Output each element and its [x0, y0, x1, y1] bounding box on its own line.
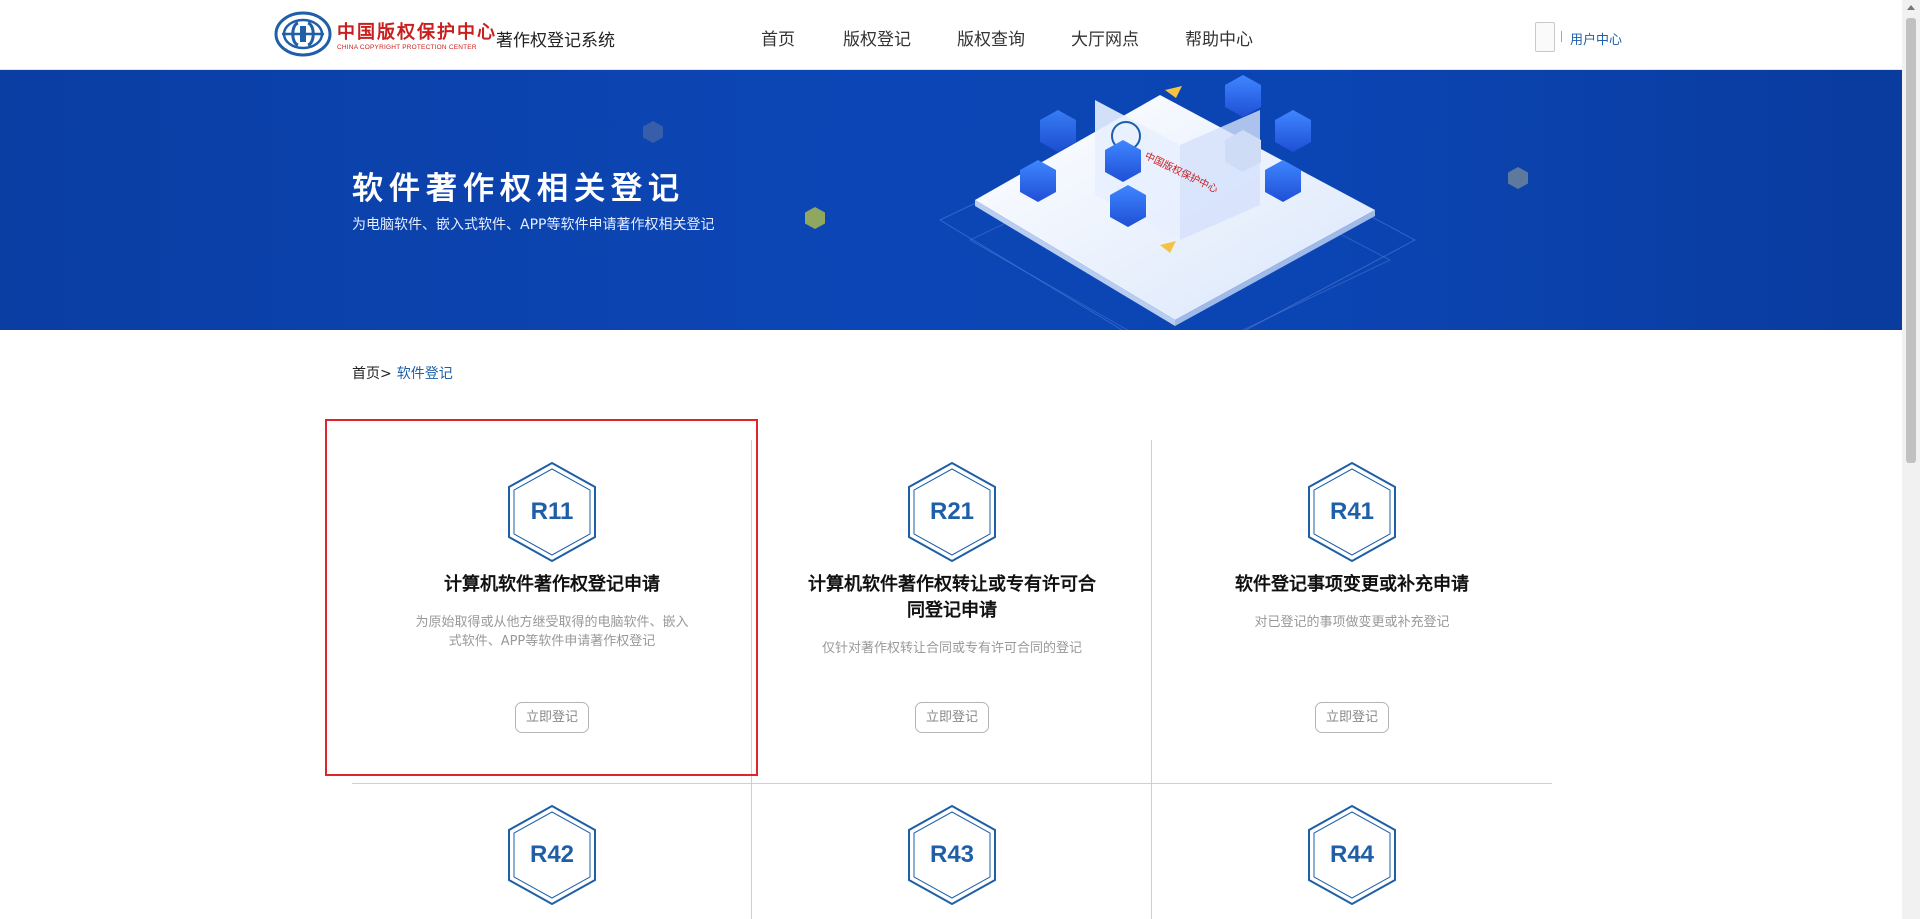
- breadcrumb-current: 软件登记: [396, 366, 453, 382]
- nav-home[interactable]: 首页: [761, 25, 795, 50]
- copyright-center-logo-icon[interactable]: [274, 11, 332, 57]
- grid-divider-horizontal: [352, 783, 1552, 784]
- breadcrumb: 首页> 软件登记: [352, 363, 453, 383]
- top-header: 中国版权保护中心 CHINA COPYRIGHT PROTECTION CENT…: [0, 0, 1902, 70]
- register-now-button[interactable]: 立即登记: [915, 702, 989, 733]
- logo-english-text: CHINA COPYRIGHT PROTECTION CENTER: [337, 44, 477, 51]
- isometric-copyright-illustration-icon: 中国版权保护中心: [938, 75, 1417, 330]
- decorative-hexagon-icon: [1508, 167, 1528, 189]
- service-code: R11: [530, 498, 574, 525]
- nav-copyright-registration[interactable]: 版权登记: [843, 25, 911, 50]
- banner-title: 软件著作权相关登记: [352, 171, 685, 207]
- service-description: 式软件、APP等软件申请著作权登记: [448, 634, 656, 649]
- user-separator: [1561, 31, 1562, 42]
- decorative-hexagon-icon: [643, 121, 663, 143]
- banner-subtitle: 为电脑软件、嵌入式软件、APP等软件申请著作权相关登记: [352, 217, 715, 233]
- page-scrollbar[interactable]: [1902, 0, 1920, 919]
- service-title: 计算机软件著作权登记申请: [444, 574, 660, 595]
- grid-divider-vertical: [751, 440, 752, 919]
- nav-help-center[interactable]: 帮助中心: [1185, 25, 1253, 50]
- service-code: R21: [929, 498, 975, 525]
- logo-chinese-text: 中国版权保护中心: [337, 22, 497, 43]
- service-title: 软件登记事项变更或补充申请: [1235, 574, 1469, 595]
- grid-divider-vertical: [1151, 440, 1152, 919]
- service-code: R42: [529, 841, 575, 868]
- service-description: 为原始取得或从他方继受取得的电脑软件、嵌入: [415, 615, 689, 630]
- scrollbar-thumb[interactable]: [1906, 18, 1916, 463]
- service-title: 计算机软件著作权转让或专有许可合: [808, 574, 1096, 595]
- register-now-button[interactable]: 立即登记: [515, 702, 589, 733]
- nav-service-halls[interactable]: 大厅网点: [1071, 25, 1139, 50]
- service-code: R43: [929, 841, 975, 868]
- registration-services-grid: R11 计算机软件著作权登记申请 为原始取得或从他方继受取得的电脑软件、嵌入 式…: [352, 440, 1552, 919]
- user-avatar-icon[interactable]: [1535, 22, 1555, 52]
- service-description: 对已登记的事项做变更或补充登记: [1254, 615, 1450, 630]
- decorative-hexagon-icon: [805, 207, 825, 229]
- system-title: 著作权登记系统: [496, 31, 615, 51]
- service-code: R44: [1329, 841, 1375, 868]
- breadcrumb-separator: >: [380, 366, 392, 382]
- hero-banner: 软件著作权相关登记 为电脑软件、嵌入式软件、APP等软件申请著作权相关登记 中国…: [0, 70, 1902, 330]
- scroll-up-arrow-icon[interactable]: [1907, 5, 1915, 10]
- register-now-button[interactable]: 立即登记: [1315, 702, 1389, 733]
- service-description: 仅针对著作权转让合同或专有许可合同的登记: [821, 641, 1082, 656]
- breadcrumb-home-link[interactable]: 首页: [352, 366, 380, 382]
- service-title: 同登记申请: [907, 600, 997, 621]
- user-center-link[interactable]: 用户中心: [1570, 29, 1622, 48]
- nav-copyright-query[interactable]: 版权查询: [957, 25, 1025, 50]
- service-code: R41: [1329, 498, 1375, 525]
